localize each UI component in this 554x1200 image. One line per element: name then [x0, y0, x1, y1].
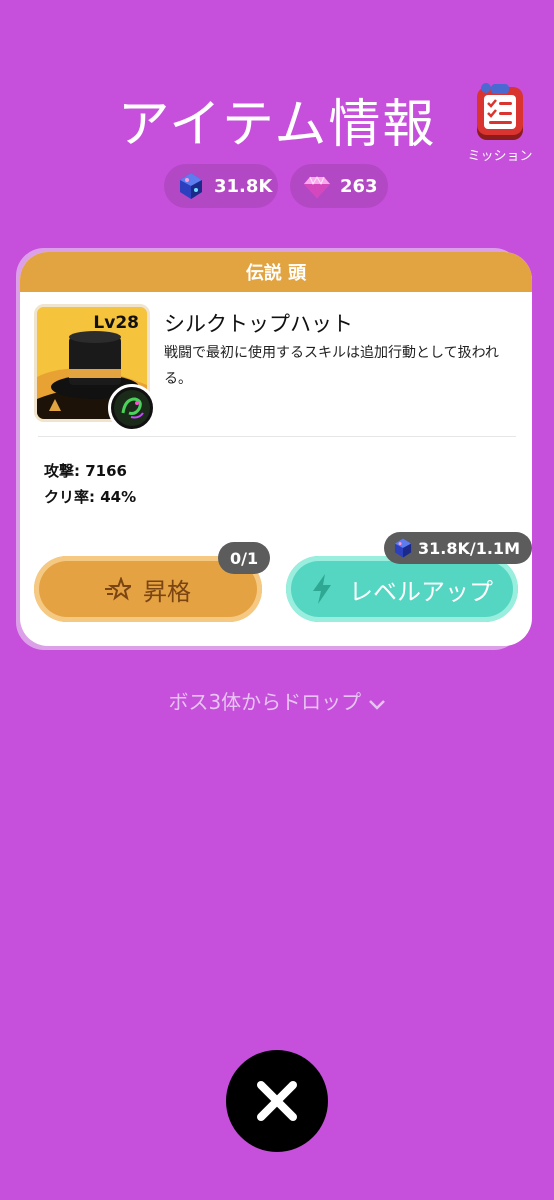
crystal-counter: 31.8K: [164, 164, 278, 208]
gem-amount: 263: [340, 175, 378, 197]
promote-count-badge: 0/1: [218, 542, 271, 574]
sparkle-star-icon: [105, 577, 131, 601]
chevron-down-icon: [368, 692, 386, 716]
mission-label: ミッション: [467, 149, 533, 164]
item-description: 戦闘で最初に使用するスキルは追加行動として扱われる。: [164, 345, 499, 387]
stat-attack: 攻撃: 7166: [44, 462, 127, 480]
level-up-cost-badge: 31.8K/1.1M: [384, 532, 532, 564]
drop-info-text: ボス3体からドロップ: [168, 690, 362, 714]
promote-label: 昇格: [143, 577, 191, 606]
close-x-icon: [255, 1079, 299, 1123]
divider: [38, 436, 516, 437]
stat-crit-rate: クリ率: 44%: [44, 488, 137, 506]
item-name: シルクトップハット: [164, 312, 353, 336]
rarity-slot-header: 伝説 頭: [20, 252, 532, 292]
pink-diamond-icon: [302, 171, 332, 201]
level-up-button[interactable]: レベルアップ: [286, 556, 518, 622]
level-up-label: レベルアップ: [349, 577, 493, 606]
clipboard-checklist-icon: [473, 82, 527, 142]
crystal-amount: 31.8K: [214, 175, 273, 197]
level-up-cost: 31.8K/1.1M: [418, 538, 520, 558]
mission-button[interactable]: ミッション: [466, 82, 534, 164]
close-button[interactable]: [226, 1050, 328, 1152]
gem-counter: 263: [290, 164, 388, 208]
lightning-bolt-icon: [311, 574, 333, 604]
drop-info-toggle[interactable]: ボス3体からドロップ: [0, 686, 554, 716]
blue-crystal-icon: [392, 537, 414, 559]
item-card: 伝説 頭 Lv28 シルクトップハット 戦闘で最初に使用するスキルは追加行動とし…: [20, 252, 532, 646]
dragon-badge-icon: [108, 384, 156, 432]
blue-crystal-icon: [176, 171, 206, 201]
item-level: Lv28: [93, 313, 139, 333]
